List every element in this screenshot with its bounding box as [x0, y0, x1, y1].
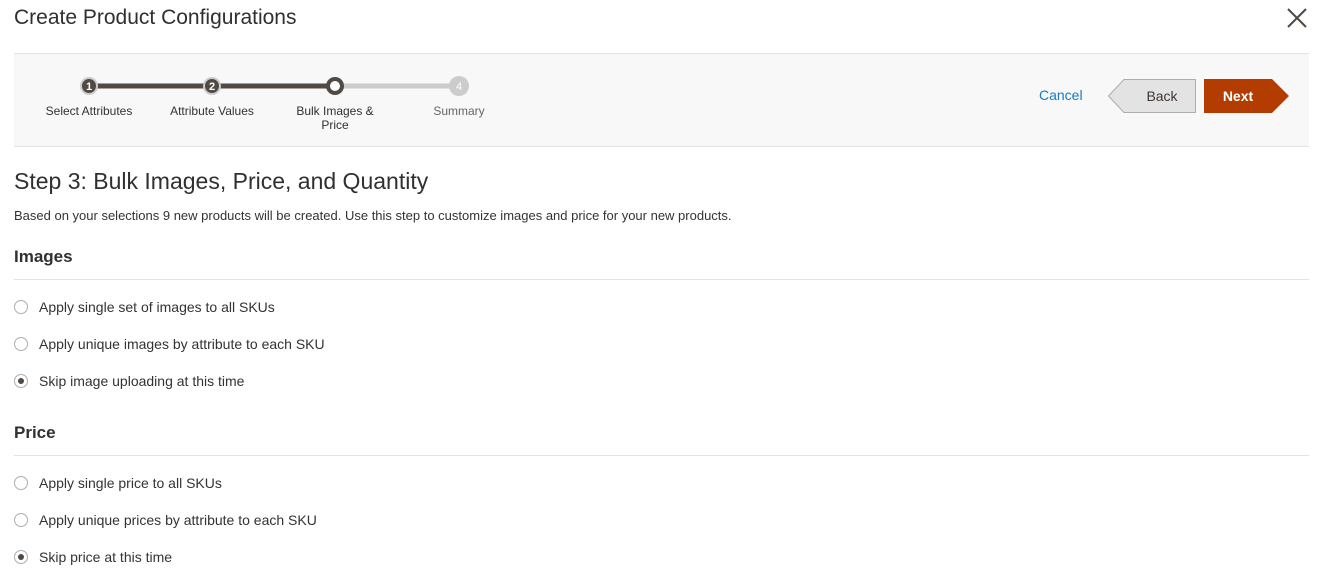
radio-button[interactable] — [14, 476, 28, 490]
price-section-divider — [14, 455, 1309, 456]
images-section-title: Images — [14, 247, 73, 266]
back-button-label: Back — [1146, 88, 1178, 104]
radio-label: Skip image uploading at this time — [39, 373, 245, 389]
next-button-label: Next — [1222, 88, 1254, 104]
radio-button[interactable] — [14, 300, 28, 314]
step-2-number: 2 — [209, 81, 215, 93]
back-button[interactable]: Back — [1108, 79, 1196, 113]
next-button[interactable]: Next — [1204, 79, 1290, 113]
radio-label: Apply unique prices by attribute to each… — [39, 512, 317, 528]
wizard-progress-bar: 1 2 4 Select Attributes Attribute Values… — [14, 53, 1309, 147]
step-3-label-line1: Bulk Images & — [296, 104, 374, 118]
radio-label: Skip price at this time — [39, 549, 173, 565]
cancel-link[interactable]: Cancel — [1039, 87, 1083, 103]
step-description: Based on your selections 9 new products … — [14, 208, 732, 223]
step-1-marker[interactable]: 1 — [80, 77, 98, 95]
close-icon — [1287, 8, 1307, 28]
step-3-label: Bulk Images & Price — [280, 104, 390, 132]
radio-apply-single-images[interactable]: Apply single set of images to all SKUs — [14, 298, 275, 316]
radio-skip-price[interactable]: Skip price at this time — [14, 548, 172, 566]
modal-title: Create Product Configurations — [14, 6, 297, 29]
step-4-marker: 4 — [449, 76, 469, 96]
radio-button[interactable] — [14, 337, 28, 351]
step-2-label[interactable]: Attribute Values — [157, 104, 267, 118]
step-4-number: 4 — [456, 81, 462, 93]
step-3-label-line2: Price — [321, 118, 349, 132]
images-section-divider — [14, 279, 1309, 280]
step-heading: Step 3: Bulk Images, Price, and Quantity — [14, 168, 429, 194]
step-1-number: 1 — [86, 81, 92, 93]
step-1-label[interactable]: Select Attributes — [34, 104, 144, 118]
step-4-label: Summary — [433, 104, 485, 118]
radio-apply-unique-images[interactable]: Apply unique images by attribute to each… — [14, 335, 325, 353]
create-product-configurations-modal: Create Product Configurations 1 2 4 Sele… — [0, 0, 1318, 574]
radio-label: Apply single price to all SKUs — [39, 475, 222, 491]
radio-button-selected[interactable] — [14, 550, 28, 564]
radio-label: Apply single set of images to all SKUs — [39, 299, 275, 315]
step-2-marker[interactable]: 2 — [203, 77, 221, 95]
close-button[interactable] — [1284, 5, 1310, 31]
price-section-title: Price — [14, 423, 56, 442]
radio-apply-single-price[interactable]: Apply single price to all SKUs — [14, 474, 222, 492]
radio-button[interactable] — [14, 513, 28, 527]
radio-skip-images[interactable]: Skip image uploading at this time — [14, 372, 244, 390]
radio-apply-unique-prices[interactable]: Apply unique prices by attribute to each… — [14, 511, 317, 529]
radio-label: Apply unique images by attribute to each… — [39, 336, 325, 352]
step-3-marker — [326, 77, 344, 95]
radio-button-selected[interactable] — [14, 374, 28, 388]
